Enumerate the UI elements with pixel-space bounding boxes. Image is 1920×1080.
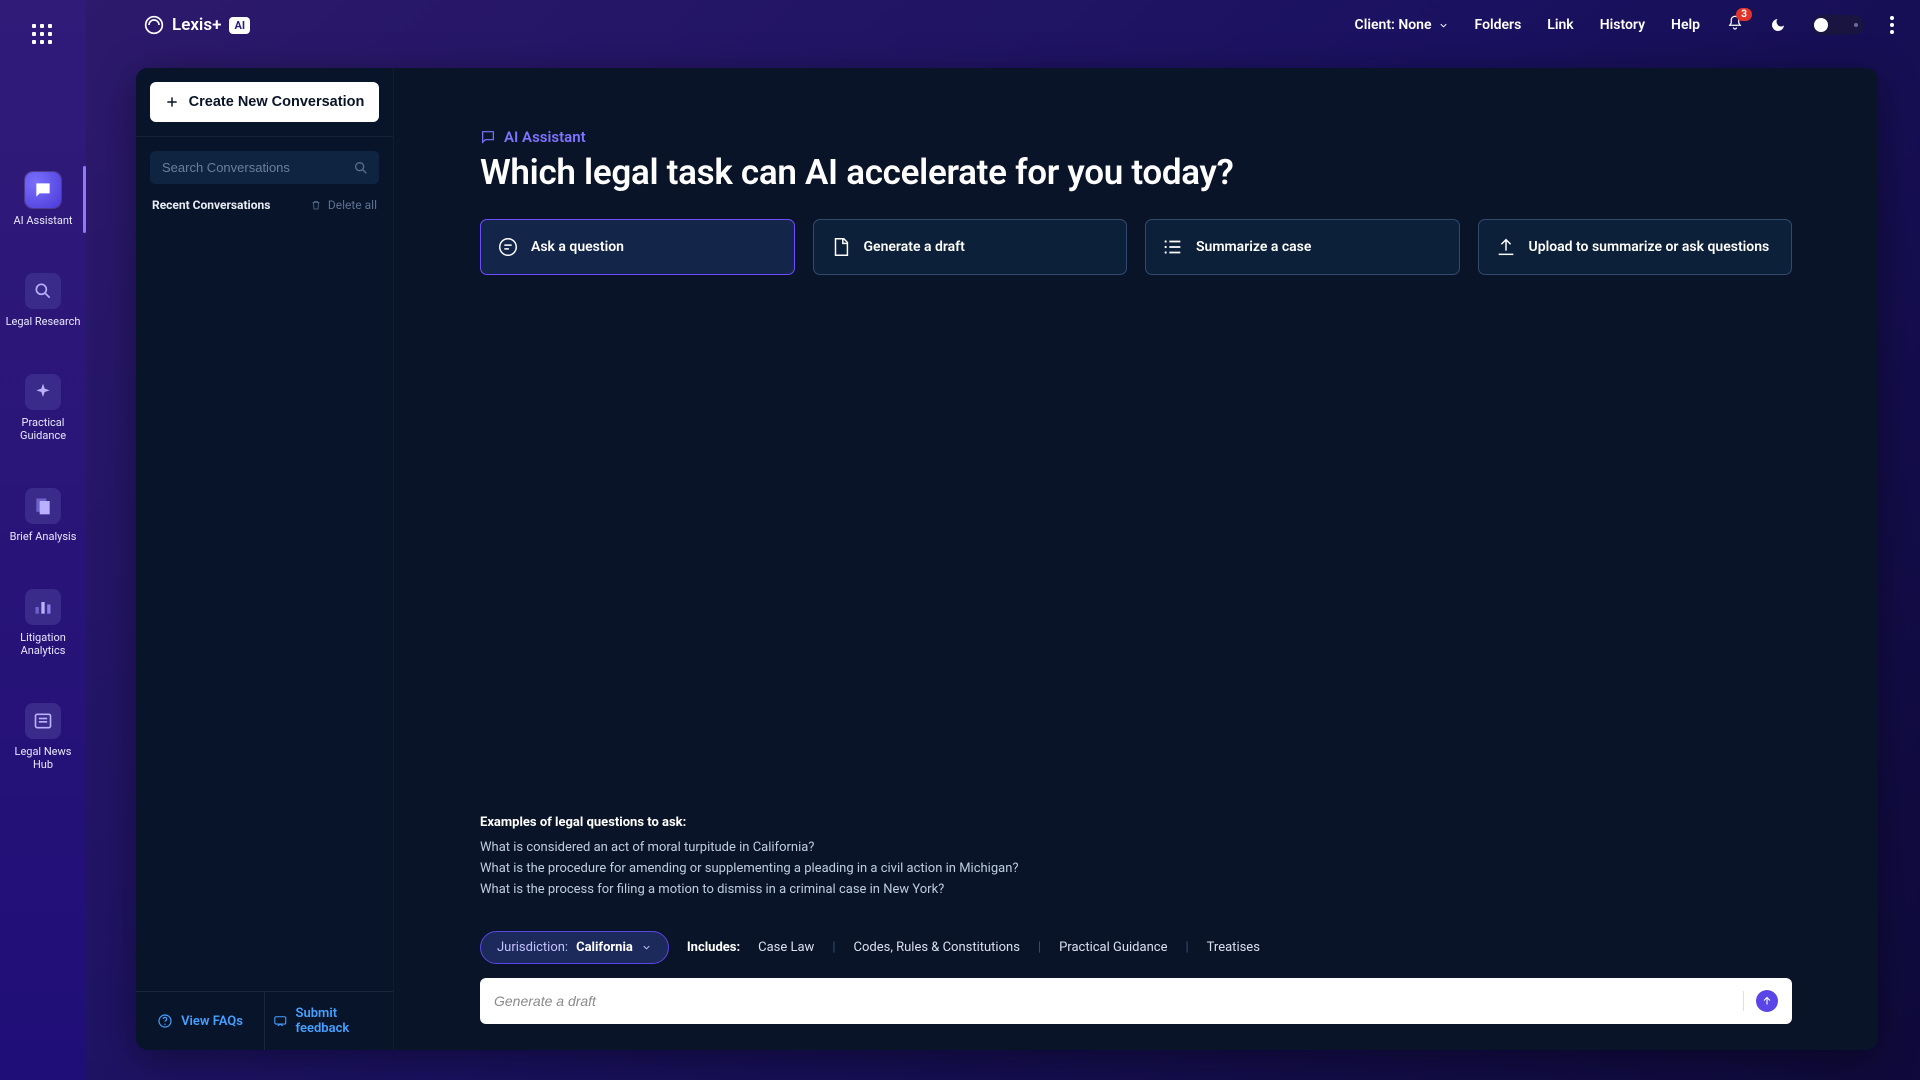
brand-logo[interactable]: Lexis+ AI bbox=[144, 15, 250, 35]
chevron-down-icon bbox=[641, 942, 652, 953]
filter-codes[interactable]: Codes, Rules & Constitutions bbox=[854, 940, 1020, 955]
main-content: AI Assistant Which legal task can AI acc… bbox=[394, 68, 1878, 1050]
card-label: Ask a question bbox=[531, 239, 624, 256]
card-label: Upload to summarize or ask questions bbox=[1529, 239, 1770, 256]
help-circle-icon bbox=[157, 1013, 173, 1029]
create-conversation-label: Create New Conversation bbox=[189, 94, 365, 110]
view-faqs-button[interactable]: View FAQs bbox=[136, 992, 264, 1050]
trash-icon bbox=[310, 199, 322, 211]
brand-badge: AI bbox=[229, 17, 250, 34]
chat-bubble-icon bbox=[33, 180, 53, 200]
rail-item-legal-research[interactable]: Legal Research bbox=[0, 267, 86, 334]
includes-label: Includes: bbox=[687, 940, 740, 955]
jurisdiction-label: Jurisdiction: bbox=[497, 940, 568, 955]
example-question[interactable]: What is considered an act of moral turpi… bbox=[480, 840, 1792, 855]
compose-input[interactable] bbox=[494, 993, 1731, 1009]
rail-label: Litigation Analytics bbox=[0, 631, 86, 657]
rail-label: Practical Guidance bbox=[0, 416, 86, 442]
rail-label: Brief Analysis bbox=[6, 530, 81, 543]
rail-label: Legal News Hub bbox=[0, 745, 86, 771]
example-question[interactable]: What is the procedure for amending or su… bbox=[480, 861, 1792, 876]
apps-grid-icon[interactable] bbox=[32, 24, 54, 46]
rail-item-litigation-analytics[interactable]: Litigation Analytics bbox=[0, 583, 86, 663]
upload-icon bbox=[1495, 236, 1517, 258]
nav-folders[interactable]: Folders bbox=[1475, 17, 1522, 33]
theme-toggle[interactable] bbox=[1812, 15, 1864, 35]
submit-feedback-button[interactable]: Submit feedback bbox=[264, 992, 393, 1050]
example-question[interactable]: What is the process for filing a motion … bbox=[480, 882, 1792, 897]
search-icon bbox=[353, 160, 369, 176]
recent-conversations-label: Recent Conversations bbox=[152, 198, 270, 212]
send-button[interactable] bbox=[1756, 990, 1778, 1012]
plus-icon bbox=[165, 95, 179, 109]
create-conversation-button[interactable]: Create New Conversation bbox=[150, 82, 379, 122]
submit-feedback-label: Submit feedback bbox=[296, 1006, 385, 1036]
client-label: Client: None bbox=[1355, 17, 1432, 33]
card-summarize-case[interactable]: Summarize a case bbox=[1145, 219, 1460, 275]
rail-item-brief-analysis[interactable]: Brief Analysis bbox=[0, 482, 86, 549]
toggle-thumb bbox=[1814, 18, 1828, 32]
card-upload[interactable]: Upload to summarize or ask questions bbox=[1478, 219, 1793, 275]
rail-label: AI Assistant bbox=[9, 214, 76, 227]
hero-heading: Which legal task can AI accelerate for y… bbox=[480, 152, 1792, 193]
delete-all-label: Delete all bbox=[328, 198, 377, 212]
search-conversations-input[interactable] bbox=[150, 151, 379, 184]
document-edit-icon bbox=[830, 236, 852, 258]
workspace-panel: Create New Conversation Recent Conversat… bbox=[136, 68, 1878, 1050]
filter-treatises[interactable]: Treatises bbox=[1207, 940, 1260, 955]
search-icon bbox=[33, 281, 53, 301]
delete-all-button[interactable]: Delete all bbox=[310, 198, 377, 212]
sun-icon bbox=[1850, 19, 1862, 31]
card-generate-draft[interactable]: Generate a draft bbox=[813, 219, 1128, 275]
list-icon bbox=[1162, 236, 1184, 258]
card-ask-question[interactable]: Ask a question bbox=[480, 219, 795, 275]
divider bbox=[1743, 991, 1744, 1011]
nav-link[interactable]: Link bbox=[1547, 17, 1573, 33]
jurisdiction-dropdown[interactable]: Jurisdiction: California bbox=[480, 931, 669, 964]
conversation-sidebar: Create New Conversation Recent Conversat… bbox=[136, 68, 394, 1050]
filter-practical-guidance[interactable]: Practical Guidance bbox=[1059, 940, 1167, 955]
document-icon bbox=[33, 496, 53, 516]
top-nav: Client: None Folders Link History Help 3 bbox=[1355, 14, 1894, 36]
jurisdiction-value: California bbox=[576, 940, 633, 955]
notifications-badge: 3 bbox=[1736, 8, 1752, 21]
rail-label: Legal Research bbox=[2, 315, 85, 328]
rail-item-practical-guidance[interactable]: Practical Guidance bbox=[0, 368, 86, 448]
bar-chart-icon bbox=[33, 597, 53, 617]
arrow-up-icon bbox=[1761, 995, 1773, 1007]
more-menu[interactable] bbox=[1890, 16, 1894, 34]
sparkle-icon bbox=[33, 382, 53, 402]
newspaper-icon bbox=[33, 711, 53, 731]
left-rail: AI Assistant Legal Research Practical Gu… bbox=[0, 0, 86, 1080]
client-dropdown[interactable]: Client: None bbox=[1355, 17, 1449, 33]
compose-bar bbox=[480, 978, 1792, 1024]
nav-history[interactable]: History bbox=[1600, 17, 1645, 33]
notifications-button[interactable]: 3 bbox=[1726, 14, 1744, 36]
view-faqs-label: View FAQs bbox=[181, 1014, 243, 1029]
chat-bubble-icon bbox=[480, 129, 496, 145]
nav-help[interactable]: Help bbox=[1671, 17, 1700, 33]
card-label: Generate a draft bbox=[864, 239, 965, 256]
feedback-icon bbox=[273, 1013, 288, 1029]
brand-swirl-icon bbox=[144, 15, 164, 35]
examples-header: Examples of legal questions to ask: bbox=[480, 815, 1792, 830]
top-bar: Lexis+ AI Client: None Folders Link Hist… bbox=[86, 0, 1920, 50]
assistant-tag-text: AI Assistant bbox=[504, 128, 586, 146]
chat-icon bbox=[497, 236, 519, 258]
filter-caselaw[interactable]: Case Law bbox=[758, 940, 814, 955]
moon-icon bbox=[1770, 17, 1786, 33]
rail-item-ai-assistant[interactable]: AI Assistant bbox=[0, 166, 86, 233]
card-label: Summarize a case bbox=[1196, 239, 1311, 256]
brand-name: Lexis+ bbox=[172, 15, 221, 35]
rail-item-legal-news-hub[interactable]: Legal News Hub bbox=[0, 697, 86, 777]
chevron-down-icon bbox=[1438, 20, 1449, 31]
